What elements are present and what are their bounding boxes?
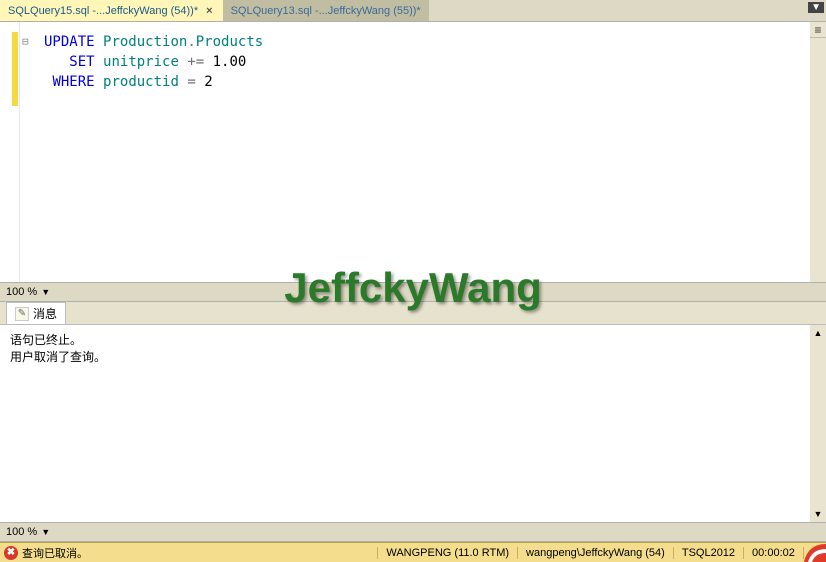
code-line-3: WHERE productid = 2 (20, 72, 810, 92)
change-marker (12, 32, 18, 106)
code-line-1: UPDATE Production.Products (20, 32, 810, 52)
results-zoom-bar: 100 % ▼ (0, 522, 826, 542)
messages-output[interactable]: 语句已终止。 用户取消了查询。 ▲ ▼ (0, 324, 826, 522)
editor-right-margin: ≡ (810, 22, 826, 282)
results-pane: ✎ 消息 语句已终止。 用户取消了查询。 ▲ ▼ (0, 302, 826, 522)
zoom-dropdown-icon[interactable]: ▼ (41, 527, 50, 537)
scroll-up-icon[interactable]: ▲ (810, 325, 826, 341)
tab-label: SQLQuery13.sql -...JeffckyWang (55))* (231, 5, 421, 17)
error-icon: ✖ (4, 546, 18, 560)
status-left: ✖ 查询已取消。 (0, 545, 377, 561)
tab-messages[interactable]: ✎ 消息 (6, 302, 66, 324)
status-bar: ✖ 查询已取消。 WANGPENG (11.0 RTM) wangpeng\Je… (0, 542, 826, 562)
status-message: 查询已取消。 (22, 545, 88, 561)
split-view-icon[interactable]: ≡ (810, 22, 826, 38)
code-line-2: SET unitprice += 1.00 (20, 52, 810, 72)
zoom-value: 100 % (6, 526, 37, 538)
message-line: 语句已终止。 (10, 331, 816, 348)
tab-sqlquery13[interactable]: SQLQuery13.sql -...JeffckyWang (55))* (223, 0, 429, 21)
tab-label: SQLQuery15.sql -...JeffckyWang (54))* (8, 5, 198, 17)
results-tabs: ✎ 消息 (0, 302, 826, 324)
status-right: WANGPENG (11.0 RTM) wangpeng\JeffckyWang… (377, 547, 826, 559)
results-scrollbar[interactable]: ▲ ▼ (810, 325, 826, 522)
message-line: 用户取消了查询。 (10, 348, 816, 365)
status-server: WANGPENG (11.0 RTM) (377, 547, 517, 559)
tab-label: 消息 (33, 305, 57, 322)
zoom-value: 100 % (6, 286, 37, 298)
close-icon[interactable]: × (204, 5, 214, 17)
zoom-dropdown-icon[interactable]: ▼ (41, 287, 50, 297)
status-database: TSQL2012 (673, 547, 743, 559)
editor-pane: ⊟ UPDATE Production.Products SET unitpri… (0, 22, 826, 282)
sql-editor[interactable]: ⊟ UPDATE Production.Products SET unitpri… (20, 22, 810, 282)
corner-logo (804, 544, 826, 562)
messages-icon: ✎ (15, 307, 29, 321)
tab-overflow-button[interactable]: ▼ (808, 2, 824, 13)
editor-zoom-bar: 100 % ▼ (0, 282, 826, 302)
status-user: wangpeng\JeffckyWang (54) (517, 547, 673, 559)
scroll-down-icon[interactable]: ▼ (810, 506, 826, 522)
editor-gutter (0, 22, 20, 282)
status-elapsed: 00:00:02 (743, 547, 803, 559)
document-tabs: SQLQuery15.sql -...JeffckyWang (54))* × … (0, 0, 826, 22)
fold-icon[interactable]: ⊟ (22, 32, 29, 52)
tab-sqlquery15[interactable]: SQLQuery15.sql -...JeffckyWang (54))* × (0, 0, 223, 21)
